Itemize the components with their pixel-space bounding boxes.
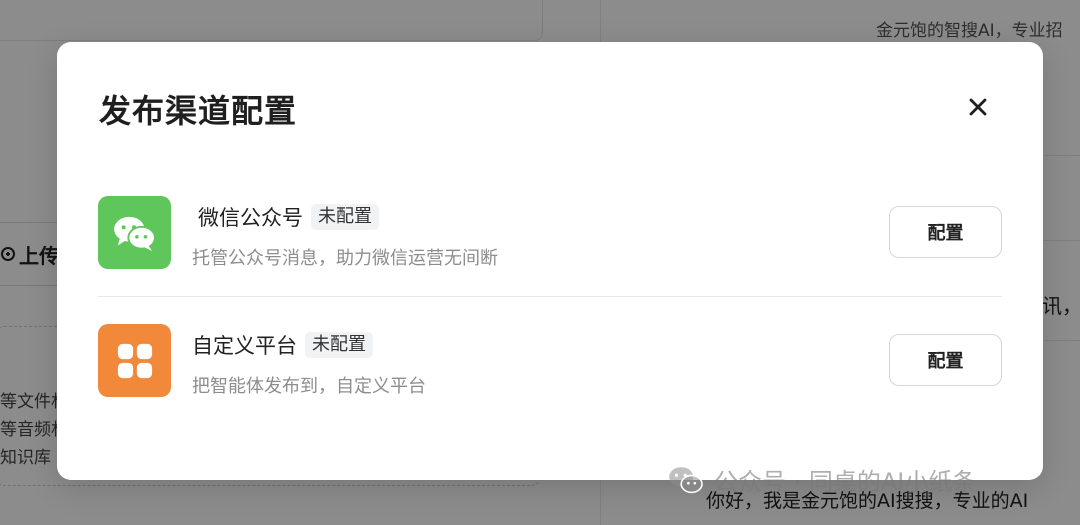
channel-title: 微信公众号 未配置 [198,202,379,232]
wechat-icon [98,196,171,269]
dialog-title: 发布渠道配置 [99,92,298,130]
publish-channel-dialog: 发布渠道配置 微信公众号 未配置 托管公众号消息，助力微信运营无间断 配置 自定… [57,42,1043,480]
channel-title: 自定义平台 未配置 [192,330,373,360]
channel-name: 微信公众号 [198,206,303,230]
close-icon [969,98,987,116]
configure-wechat-button[interactable]: 配置 [889,206,1002,258]
status-badge: 未配置 [305,332,373,358]
close-button[interactable] [961,90,995,124]
channel-description: 托管公众号消息，助力微信运营无间断 [192,248,498,269]
status-badge: 未配置 [311,204,379,230]
grid-apps-icon [98,324,171,397]
configure-custom-platform-button[interactable]: 配置 [889,334,1002,386]
channel-item-custom-platform: 自定义平台 未配置 把智能体发布到，自定义平台 配置 [98,324,1002,398]
channel-divider [98,296,1002,297]
channel-item-wechat: 微信公众号 未配置 托管公众号消息，助力微信运营无间断 配置 [98,196,1002,270]
channel-description: 把智能体发布到，自定义平台 [192,376,426,397]
channel-name: 自定义平台 [192,334,297,358]
